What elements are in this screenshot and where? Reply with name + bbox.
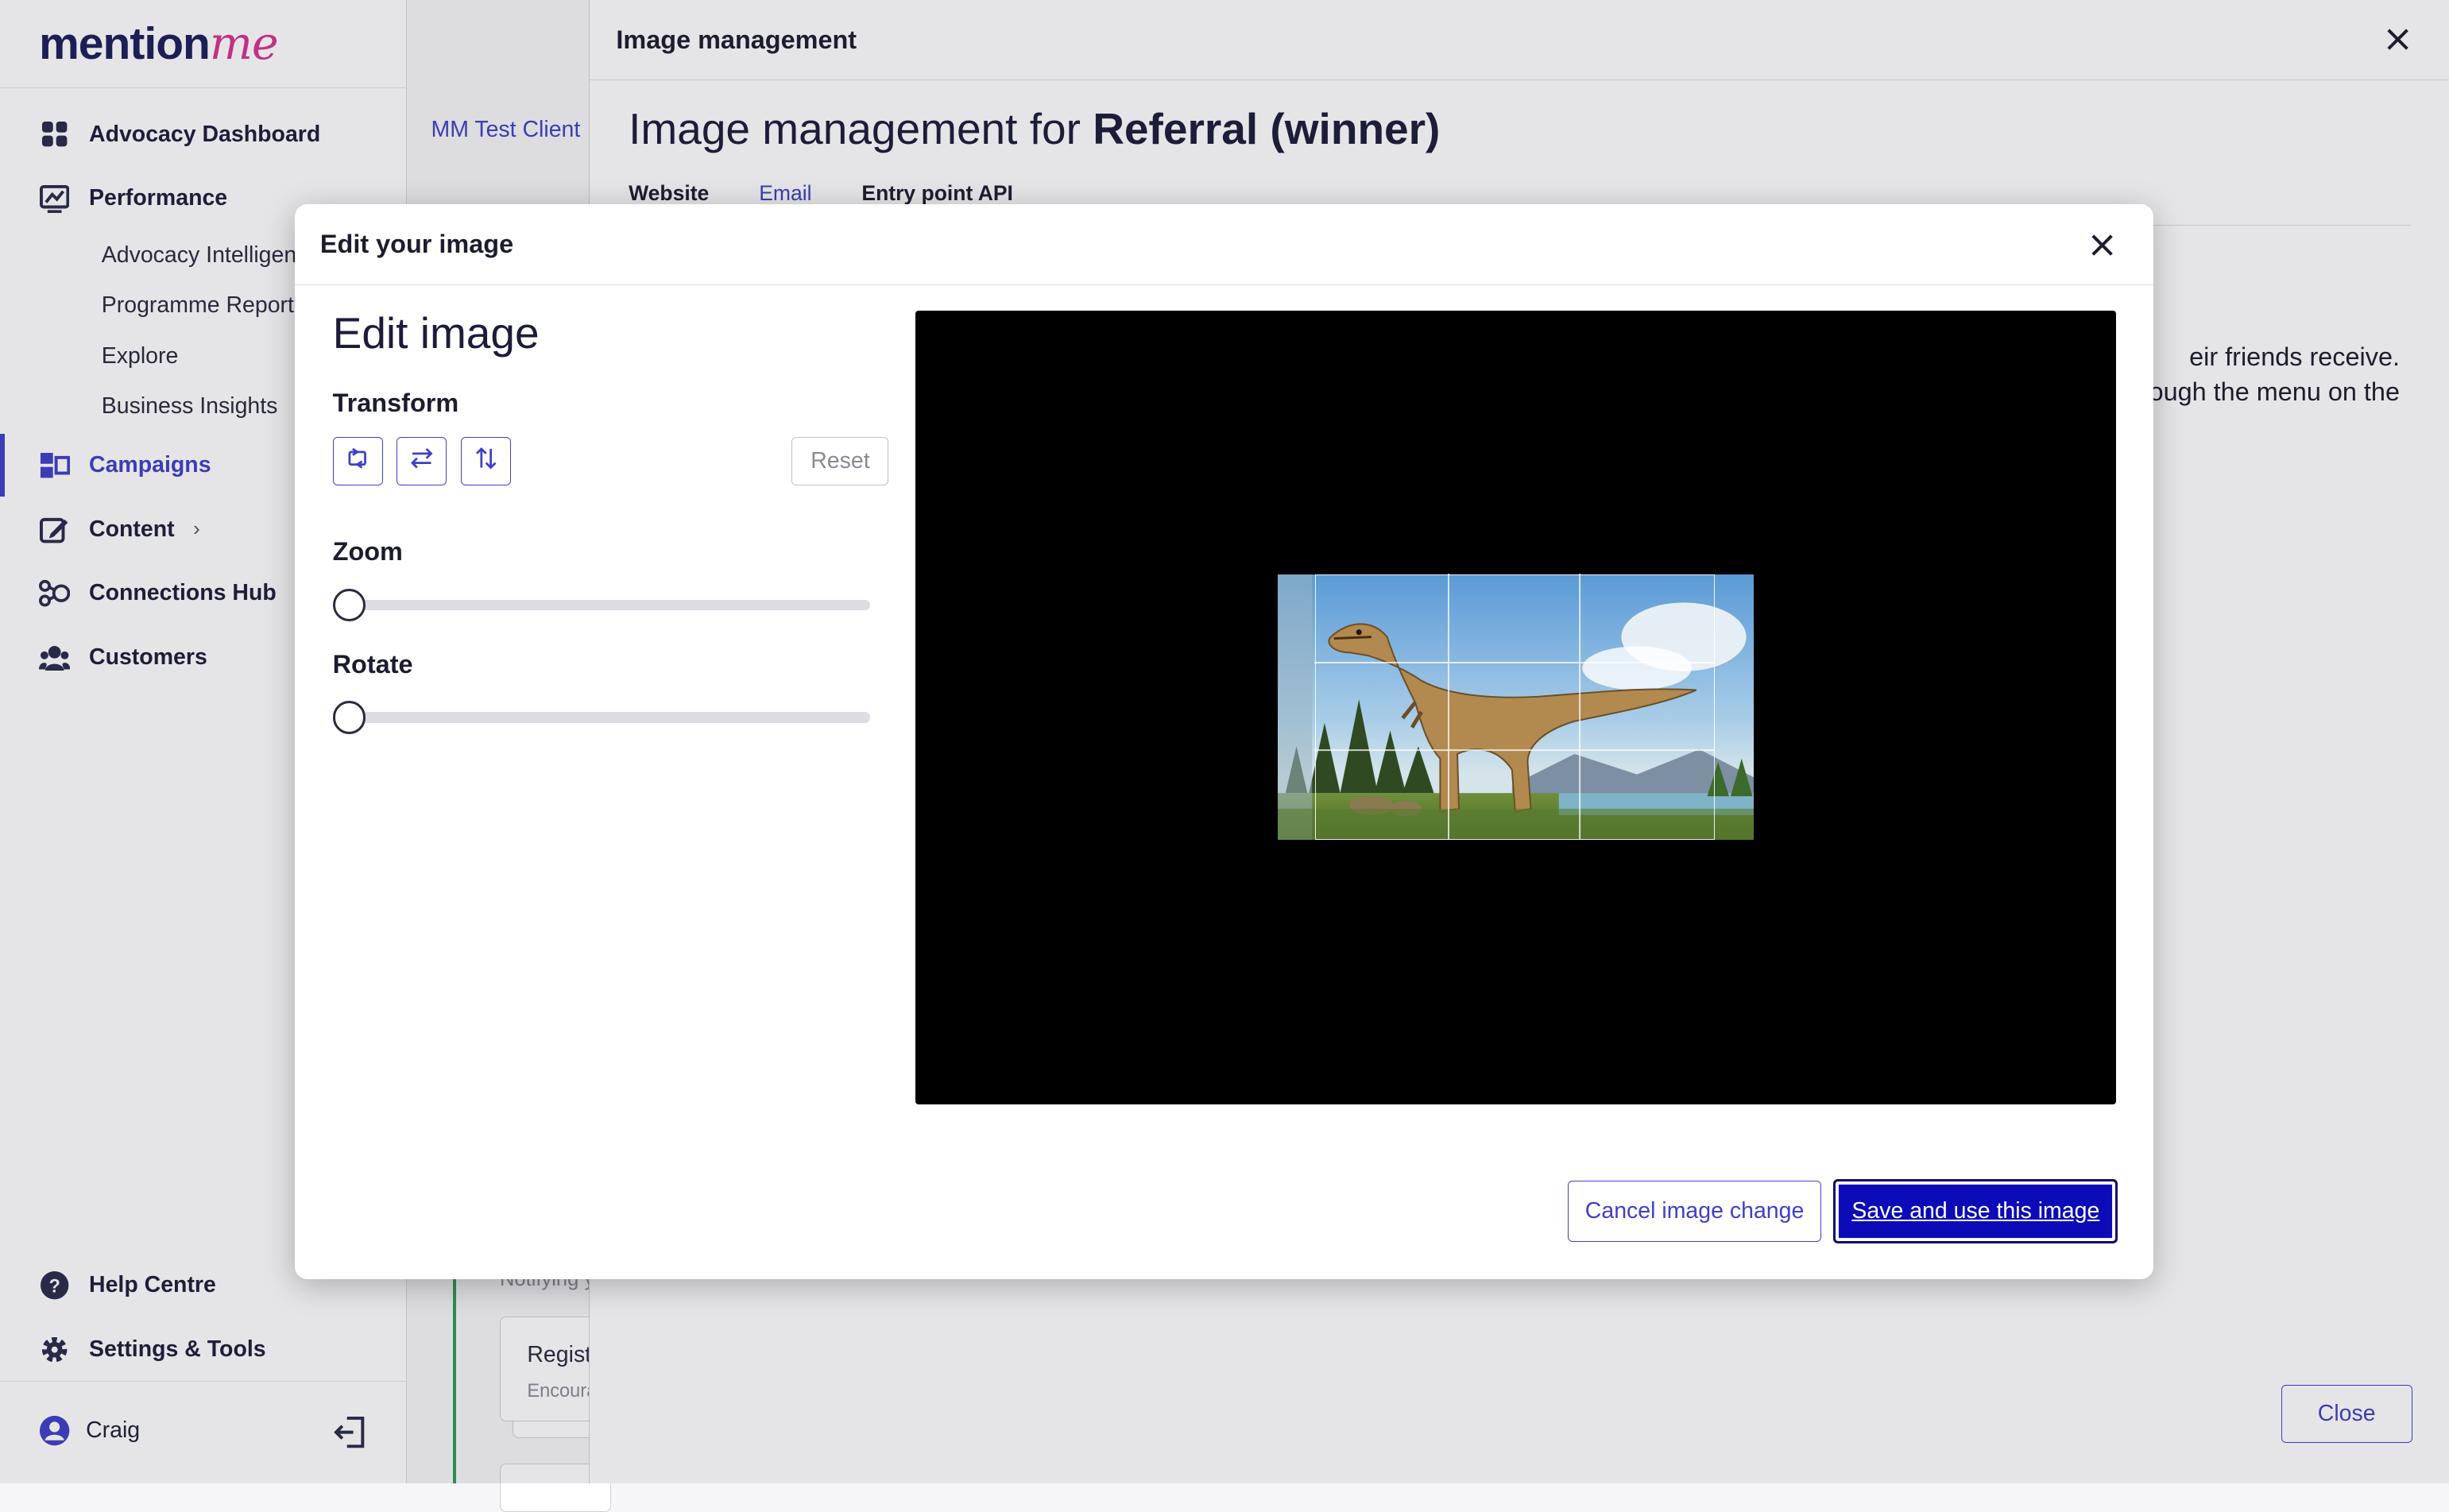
zoom-label: Zoom xyxy=(332,537,403,567)
transform-label: Transform xyxy=(332,389,459,418)
rotate-icon xyxy=(345,446,369,477)
edit-image-modal: Edit your image Edit image Transform Res… xyxy=(295,204,2154,1279)
crop-selection[interactable] xyxy=(1313,574,1716,841)
flip-vertical-icon xyxy=(474,446,498,477)
close-icon[interactable] xyxy=(2085,228,2119,262)
flip-horizontal-icon xyxy=(409,446,434,477)
modal-title: Edit image xyxy=(332,308,540,358)
flip-vertical-button[interactable] xyxy=(460,437,511,486)
crop-grid xyxy=(1313,574,1715,840)
reset-button[interactable]: Reset xyxy=(791,437,889,486)
rotate-slider-thumb[interactable] xyxy=(332,701,366,734)
zoom-slider-thumb[interactable] xyxy=(332,588,366,622)
cancel-image-change-button[interactable]: Cancel image change xyxy=(1568,1180,1821,1242)
zoom-slider-track[interactable] xyxy=(351,599,870,611)
rotate-slider-track[interactable] xyxy=(351,712,870,723)
modal-header: Edit your image xyxy=(295,204,2154,285)
rotate-90-button[interactable] xyxy=(332,437,383,486)
save-image-button[interactable]: Save and use this image xyxy=(1833,1178,2118,1243)
image-canvas[interactable] xyxy=(915,311,2117,1104)
flip-horizontal-button[interactable] xyxy=(397,437,447,486)
rotate-label: Rotate xyxy=(332,649,413,679)
